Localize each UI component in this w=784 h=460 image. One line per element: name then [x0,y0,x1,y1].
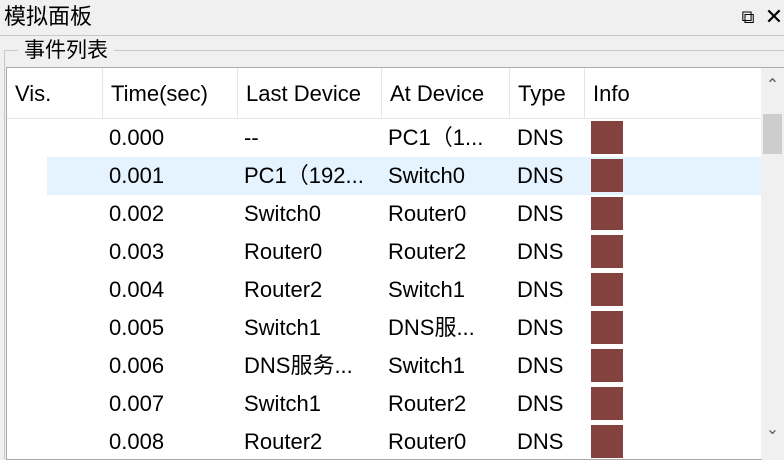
at-device-cell: Router2 [388,391,467,416]
info-color-swatch[interactable] [591,425,623,458]
scroll-thumb[interactable] [763,114,782,154]
last-device-cell: DNS服务... [244,353,353,378]
at-device-cell: Switch0 [388,163,466,188]
close-icon[interactable]: ✕ [764,5,784,29]
column-header-type[interactable]: Type [510,68,585,118]
panel-titlebar: 模拟面板 ⧉ ✕ [0,0,784,36]
table-row[interactable]: 0.000 -- PC1（1... DNS [7,119,761,157]
info-color-swatch[interactable] [591,273,623,306]
info-color-swatch[interactable] [591,235,623,268]
last-device-cell: Switch0 [244,201,322,226]
type-cell: DNS [517,239,564,264]
column-header-vis[interactable]: Vis. [7,68,103,118]
table-row[interactable]: 0.003 Router0 Router2 DNS [7,233,761,271]
type-cell: DNS [517,125,564,150]
type-cell: DNS [517,277,564,302]
table-row[interactable]: 0.005 Switch1 DNS服... DNS [7,309,761,347]
time-cell: 0.006 [109,353,165,378]
at-device-cell: Router0 [388,201,467,226]
float-window-icon[interactable]: ⧉ [738,6,758,28]
table-header: Vis. Time(sec) Last Device At Device Typ… [7,68,761,119]
time-cell: 0.007 [109,391,165,416]
event-list-label: 事件列表 [18,37,114,63]
info-color-swatch[interactable] [591,159,623,192]
time-cell: 0.000 [109,125,165,150]
time-cell: 0.002 [109,201,165,226]
scroll-down-icon[interactable]: ⌄ [761,418,784,442]
column-header-at-device[interactable]: At Device [382,68,510,118]
type-cell: DNS [517,163,564,188]
time-cell: 0.003 [109,239,165,264]
last-device-cell: Switch1 [244,315,322,340]
table-row[interactable]: 0.001 PC1（192... Switch0 DNS [7,157,761,195]
time-cell: 0.005 [109,315,165,340]
column-header-last-device[interactable]: Last Device [238,68,382,118]
last-device-cell: Router0 [244,239,323,264]
info-color-swatch[interactable] [591,121,623,154]
at-device-cell: Router0 [388,429,467,454]
at-device-cell: Router2 [388,239,467,264]
table-row[interactable]: 0.004 Router2 Switch1 DNS [7,271,761,309]
titlebar-divider [0,35,784,36]
type-cell: DNS [517,429,564,454]
last-device-cell: -- [244,125,259,150]
type-cell: DNS [517,391,564,416]
last-device-cell: Switch1 [244,391,322,416]
scroll-up-icon[interactable]: ⌃ [761,74,784,98]
info-color-swatch[interactable] [591,387,623,420]
at-device-cell: Switch1 [388,277,466,302]
vertical-scrollbar[interactable]: ⌃ ⌄ [761,67,784,459]
last-device-cell: Router2 [244,277,323,302]
table-row[interactable]: 0.008 Router2 Router0 DNS [7,423,761,459]
info-color-swatch[interactable] [591,197,623,230]
at-device-cell: DNS服... [388,315,475,340]
time-cell: 0.008 [109,429,165,454]
info-color-swatch[interactable] [591,311,623,344]
column-header-time[interactable]: Time(sec) [103,68,238,118]
info-color-swatch[interactable] [591,349,623,382]
type-cell: DNS [517,201,564,226]
type-cell: DNS [517,353,564,378]
time-cell: 0.004 [109,277,165,302]
last-device-cell: PC1（192... [244,163,364,188]
last-device-cell: Router2 [244,429,323,454]
event-list-table: Vis. Time(sec) Last Device At Device Typ… [6,67,762,460]
table-row[interactable]: 0.002 Switch0 Router0 DNS [7,195,761,233]
column-header-info[interactable]: Info [585,68,761,118]
time-cell: 0.001 [109,163,165,188]
table-row[interactable]: 0.007 Switch1 Router2 DNS [7,385,761,423]
at-device-cell: PC1（1... [388,125,484,150]
at-device-cell: Switch1 [388,353,466,378]
table-row[interactable]: 0.006 DNS服务... Switch1 DNS [7,347,761,385]
type-cell: DNS [517,315,564,340]
panel-title: 模拟面板 [4,5,93,30]
